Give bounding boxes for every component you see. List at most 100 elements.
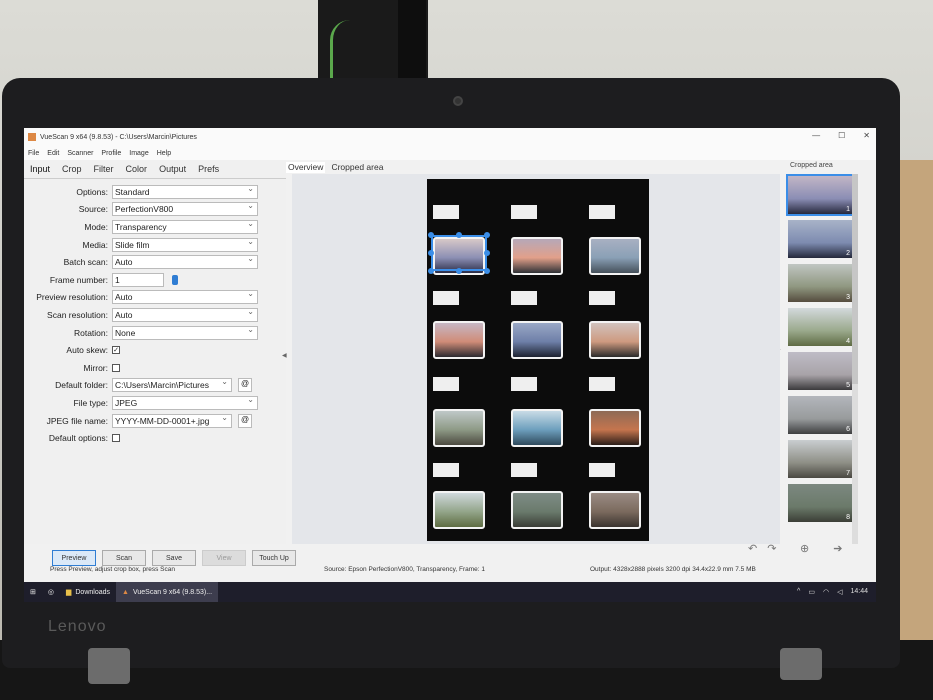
tab-filter[interactable]: Filter: [94, 164, 114, 174]
media-row: Media: Slide film: [24, 236, 286, 254]
close-button[interactable]: ✕: [863, 131, 870, 140]
crop-box[interactable]: [431, 235, 487, 271]
menu-file[interactable]: File: [28, 150, 39, 157]
edge-icon[interactable]: ◎: [42, 582, 60, 602]
mirror-label: Mirror:: [83, 362, 108, 373]
preview-resolution-select[interactable]: Auto: [112, 289, 258, 305]
thumbnail-number: 5: [846, 382, 850, 389]
tab-output[interactable]: Output: [159, 164, 186, 174]
view-tools: ↶ ↷: [748, 542, 776, 555]
menu-profile[interactable]: Profile: [101, 150, 121, 157]
scan-resolution-row: Scan resolution: Auto: [24, 306, 286, 324]
file-type-row: File type: JPEG: [24, 394, 286, 412]
mode-select[interactable]: Transparency: [112, 219, 258, 234]
frame-number-label: Frame number:: [49, 274, 108, 285]
monitor-stand-arm: [398, 0, 426, 84]
default-folder-select[interactable]: C:\Users\Marcin\Pictures: [112, 377, 232, 393]
rotate-left-icon[interactable]: ↶: [748, 542, 757, 555]
rotate-right-icon[interactable]: ↷: [767, 542, 776, 555]
laptop-hinge-right: [780, 648, 822, 680]
wifi-icon[interactable]: ◠: [823, 588, 829, 596]
film-blank: [511, 291, 537, 305]
mirror-row: Mirror:: [24, 359, 286, 377]
menu-bar: File Edit Scanner Profile Image Help: [24, 146, 876, 160]
film-blank: [589, 291, 615, 305]
taskbar-vuescan[interactable]: ▲ VueScan 9 x64 (9.8.53)...: [116, 582, 219, 602]
maximize-button[interactable]: ☐: [838, 131, 845, 140]
taskbar-downloads[interactable]: ▆ Downloads: [60, 582, 116, 602]
jpeg-file-name-browse-button[interactable]: @: [238, 413, 252, 428]
folder-icon: ▆: [65, 589, 72, 596]
auto-skew-label: Auto skew:: [66, 345, 108, 356]
tab-cropped-area[interactable]: Cropped area: [331, 162, 383, 173]
film-blank: [433, 377, 459, 391]
jpeg-file-name-label: JPEG file name:: [46, 415, 108, 426]
crop-handle[interactable]: [428, 232, 434, 238]
source-select[interactable]: PerfectionV800: [112, 201, 258, 217]
thumbnail-item[interactable]: 3: [788, 264, 852, 302]
window-title: VueScan 9 x64 (9.8.53) - C:\Users\Marcin…: [40, 133, 197, 141]
menu-edit[interactable]: Edit: [47, 150, 59, 157]
film-frame: [511, 321, 563, 359]
mirror-checkbox[interactable]: [112, 363, 120, 372]
tab-input[interactable]: Input: [30, 164, 50, 174]
rotation-select[interactable]: None: [112, 325, 258, 340]
zoom-icon[interactable]: ⊕: [800, 542, 809, 555]
thumbnail-item[interactable]: 2: [788, 220, 852, 258]
media-select[interactable]: Slide film: [112, 237, 258, 252]
crop-handle[interactable]: [456, 268, 462, 274]
tab-overview[interactable]: Overview: [286, 162, 326, 173]
vuescan-icon: [28, 133, 36, 141]
menu-scanner[interactable]: Scanner: [67, 150, 93, 157]
crop-handle[interactable]: [428, 268, 434, 274]
default-options-checkbox[interactable]: [112, 434, 120, 443]
thumbnail-item[interactable]: 8: [788, 484, 852, 522]
frame-number-input[interactable]: 1: [112, 272, 164, 287]
crop-handle[interactable]: [484, 250, 490, 256]
default-options-row: Default options:: [24, 429, 286, 447]
clock[interactable]: 14:44: [850, 588, 868, 596]
start-icon[interactable]: ⊞: [24, 582, 42, 602]
battery-icon[interactable]: ▭: [808, 588, 815, 596]
auto-skew-checkbox[interactable]: ✓: [112, 346, 120, 355]
file-type-select[interactable]: JPEG: [112, 395, 258, 410]
tray-chevron-icon[interactable]: ^: [797, 588, 800, 596]
crop-handle[interactable]: [428, 250, 434, 256]
scrollbar-thumb[interactable]: [852, 174, 858, 384]
scan-resolution-label: Scan resolution:: [47, 309, 108, 320]
jpeg-file-name-select[interactable]: YYYY-MM-DD-0001+.jpg: [112, 413, 232, 428]
tab-crop[interactable]: Crop: [62, 164, 82, 174]
batch-scan-select[interactable]: Auto: [112, 254, 258, 270]
options-select[interactable]: Standard: [112, 184, 258, 199]
preview-area[interactable]: [292, 174, 780, 544]
thumbnail-item[interactable]: 1: [786, 174, 854, 216]
crop-handle[interactable]: [484, 268, 490, 274]
crop-handle[interactable]: [484, 232, 490, 238]
menu-image[interactable]: Image: [129, 150, 148, 157]
media-label: Media:: [82, 239, 108, 250]
default-folder-browse-button[interactable]: @: [238, 378, 252, 393]
jpeg-file-name-row: JPEG file name: YYYY-MM-DD-0001+.jpg @: [24, 412, 286, 430]
source-row: Source: PerfectionV800: [24, 201, 286, 219]
thumbnail-item[interactable]: 7: [788, 440, 852, 478]
settings-tabs: Input Crop Filter Color Output Prefs: [24, 160, 286, 179]
thumbnail-item[interactable]: 6: [788, 396, 852, 434]
film-frame: [433, 491, 485, 529]
crop-handle[interactable]: [456, 232, 462, 238]
thumbnail-scrollbar[interactable]: [852, 174, 858, 544]
thumbnail-number: 3: [846, 294, 850, 301]
film-strip-preview: [427, 179, 649, 541]
menu-help[interactable]: Help: [157, 150, 171, 157]
volume-icon[interactable]: ◁: [837, 588, 842, 596]
tab-prefs[interactable]: Prefs: [198, 164, 219, 174]
next-arrow-icon[interactable]: ➔: [833, 542, 842, 555]
thumbnail-item[interactable]: 4: [788, 308, 852, 346]
frame-number-slider[interactable]: [172, 274, 178, 285]
minimize-button[interactable]: —: [812, 131, 820, 140]
taskbar-vuescan-label: VueScan 9 x64 (9.8.53)...: [132, 588, 213, 596]
scan-resolution-select[interactable]: Auto: [112, 307, 258, 322]
tab-color[interactable]: Color: [126, 164, 148, 174]
collapse-left-icon[interactable]: ◀: [282, 352, 287, 359]
thumbnail-item[interactable]: 5: [788, 352, 852, 390]
preview-resolution-label: Preview resolution:: [36, 292, 108, 303]
